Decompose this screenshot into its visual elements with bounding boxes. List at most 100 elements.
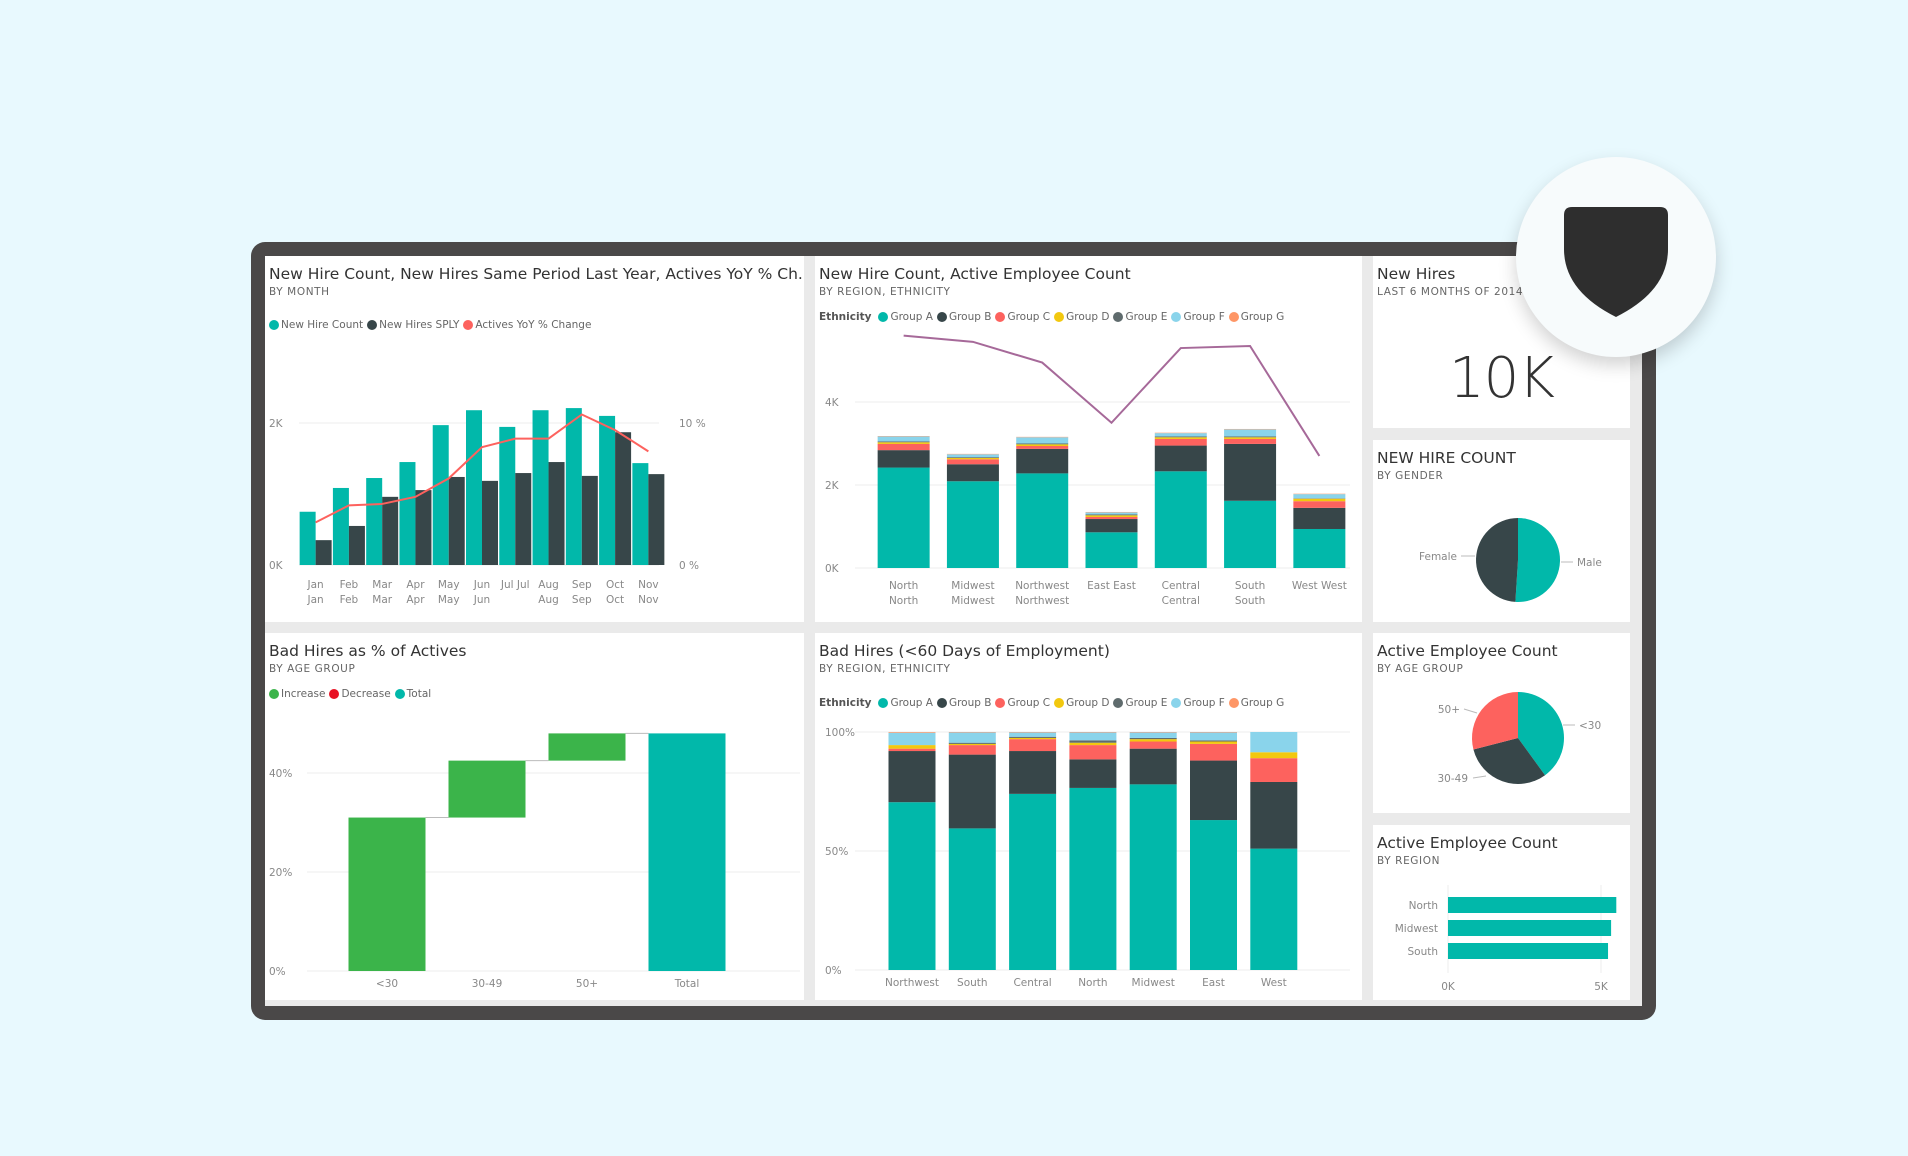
bar-segment-group-b: [1085, 519, 1138, 533]
bar-new-hires-sply: [315, 540, 332, 565]
x-tick-label: Jul Jul: [500, 579, 530, 591]
y-tick-label: 40%: [269, 768, 292, 780]
x-tick-label: <30: [376, 978, 398, 990]
bar-new-hire-count: [632, 463, 649, 565]
bar-segment-group-f: [946, 454, 999, 458]
x-tick-label: North: [889, 595, 918, 607]
x-tick-label: Apr: [406, 579, 425, 591]
bar-segment-group-b: [1154, 445, 1207, 472]
x-tick-label: May: [438, 594, 460, 606]
tile-active-region[interactable]: Active Employee Count BY REGION 0K 5K Nort…: [1373, 825, 1630, 1000]
x-tick-label: Central: [1013, 977, 1051, 989]
bar-segment-group-a: [946, 481, 999, 568]
bar-segment-group-d: [1129, 739, 1177, 742]
bar-new-hire-count: [532, 410, 549, 565]
bar-segment-group-a: [1293, 528, 1346, 568]
hbar: [1448, 897, 1617, 913]
tile-subtitle: LAST 6 MONTHS OF 2014: [1377, 286, 1524, 298]
tile-hires-by-region[interactable]: New Hire Count, Active Employee Count BY…: [815, 256, 1362, 622]
bar-segment-group-a: [1129, 784, 1177, 970]
x-tick-label: Midwest: [1132, 977, 1175, 989]
bar-segment-group-g: [888, 732, 936, 733]
bar-new-hire-count: [599, 415, 616, 565]
bar-new-hires-sply: [482, 480, 498, 565]
bar-segment-group-b: [1016, 448, 1069, 474]
bar-segment-group-d: [946, 458, 999, 460]
x-tick-label: May: [438, 579, 460, 591]
x-tick-label: 5K: [1594, 981, 1609, 993]
bar-segment-group-a: [1250, 848, 1298, 970]
pie-label: 50+: [1438, 704, 1460, 716]
x-tick-label: Northwest: [1015, 580, 1069, 592]
kpi-value: 10K: [1449, 346, 1555, 411]
bar-new-hires-sply: [548, 462, 565, 565]
chart-bad-hires-region: 0% 50% 100% Northwest South Central North Midwe…: [825, 727, 1350, 989]
y-tick-label: Midwest: [1395, 923, 1438, 935]
x-tick-label: Sep: [572, 594, 592, 606]
bar-segment-group-a: [948, 828, 996, 970]
bar-new-hires-sply: [348, 525, 365, 565]
bar-segment-group-f: [1224, 429, 1277, 437]
bar-segment-group-f: [1069, 732, 1117, 741]
tile-bad-hires-age[interactable]: Bad Hires as % of Actives BY AGE GROUP I…: [265, 633, 804, 1000]
bar-segment-group-d: [948, 743, 996, 746]
bar-segment-group-c: [1250, 758, 1298, 782]
bar-segment-group-c: [1069, 745, 1117, 760]
bar-segment-group-a: [1224, 500, 1277, 568]
y-tick-label: 2K: [269, 418, 284, 430]
x-tick-label: Mar: [372, 579, 392, 591]
chart-active-age-pie: <30 30-49 50+: [1437, 692, 1601, 785]
pie-label: 30-49: [1437, 773, 1468, 785]
bar-segment-group-d: [1293, 498, 1346, 502]
bar-segment-group-a: [1016, 473, 1069, 568]
x-tick-label: North: [889, 580, 918, 592]
bar-segment-group-a: [1069, 787, 1117, 970]
bar-segment-group-d: [877, 442, 930, 444]
tile-bad-hires-region[interactable]: Bad Hires (<60 Days of Employment) BY RE…: [815, 633, 1362, 1000]
bar-segment-group-c: [1085, 516, 1138, 520]
bar-segment-group-a: [877, 467, 930, 568]
bar-segment-group-f: [1293, 494, 1346, 499]
bar-new-hire-count: [565, 408, 582, 565]
bar-segment-group-e: [1224, 436, 1277, 438]
chart-gender-pie: Male Female: [1419, 518, 1602, 602]
bar-segment-group-a: [1009, 793, 1057, 970]
bar-new-hires-sply: [648, 474, 665, 565]
bar-segment-group-e: [1009, 736, 1057, 738]
x-tick-label: Aug: [538, 594, 559, 606]
hbar: [1448, 920, 1612, 936]
y-tick-label: 50%: [825, 846, 848, 858]
hbar: [1448, 943, 1609, 959]
x-tick-label: North: [1078, 977, 1107, 989]
bar-segment-group-f: [877, 436, 930, 442]
tile-active-age[interactable]: Active Employee Count BY AGE GROUP <30 30…: [1373, 633, 1630, 813]
bar-new-hire-count: [432, 425, 449, 565]
chart-active-region-bar: 0K 5K North Midwest South: [1395, 885, 1617, 993]
pie-slice: [1515, 518, 1560, 602]
bar-segment-group-f: [1009, 732, 1057, 737]
bar-new-hire-count: [499, 426, 516, 565]
x-tick-label: West: [1261, 977, 1287, 989]
bar-new-hires-sply: [581, 475, 598, 565]
x-tick-label: Aug: [538, 579, 559, 591]
security-badge[interactable]: [1516, 157, 1716, 357]
y-tick-label: 0K: [825, 563, 840, 575]
bar-segment-group-d: [888, 745, 936, 749]
x-tick-label: Feb: [340, 594, 359, 606]
x-tick-label: Oct: [606, 594, 624, 606]
bar-segment-group-d: [1069, 742, 1117, 746]
bar-segment-group-c: [1129, 741, 1177, 749]
bar-segment-group-b: [1224, 443, 1277, 501]
bar-segment-group-f: [1085, 512, 1138, 515]
y-tick-label: 100%: [825, 727, 855, 739]
y-tick-label: North: [1409, 900, 1438, 912]
tile-hires-by-month[interactable]: New Hire Count, New Hires Same Period La…: [265, 256, 804, 622]
x-tick-label: South: [1235, 580, 1266, 592]
bar-segment-group-a: [1085, 532, 1138, 568]
bar-segment-group-d: [1224, 437, 1277, 439]
tile-gender[interactable]: NEW HIRE COUNT BY GENDER Male Female: [1373, 440, 1630, 622]
bar-segment-group-d: [1009, 737, 1057, 740]
bar-segment-group-a: [1154, 471, 1207, 568]
pie-label: <30: [1579, 720, 1601, 732]
bar-new-hires-sply: [448, 476, 465, 565]
